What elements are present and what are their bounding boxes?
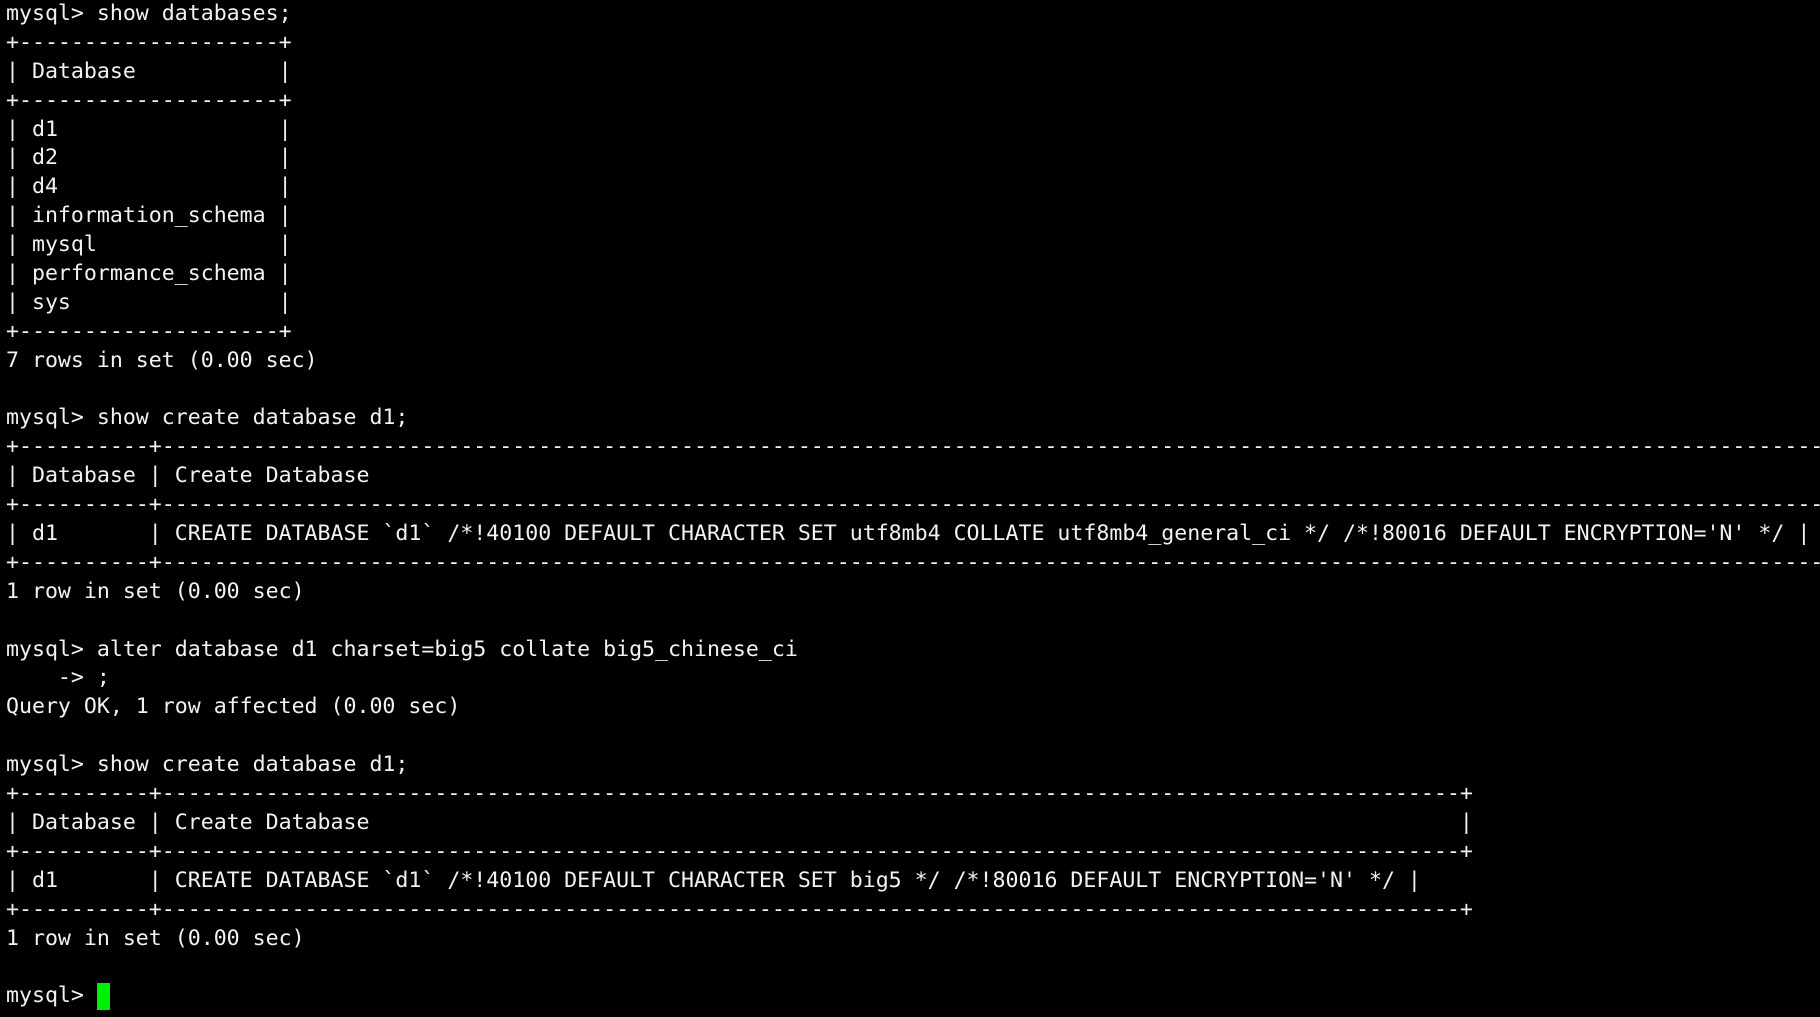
table-row: | d4 | (6, 174, 292, 200)
terminal-line: mysql> show databases; (6, 1, 292, 26)
prompt: mysql> (6, 983, 97, 1009)
table-border: +--------------------+ (6, 318, 292, 344)
table-row: | mysql | (6, 232, 292, 258)
table-row: | d1 | CREATE DATABASE `d1` /*!40100 DEF… (6, 867, 1421, 893)
table-border: +----------+----------------------------… (6, 838, 1473, 864)
result-summary: 7 rows in set (0.00 sec) (6, 347, 318, 373)
input-line[interactable]: mysql> (6, 982, 1820, 1011)
table-border: +--------------------+ (6, 87, 292, 113)
terminal-line: mysql> alter database d1 charset=big5 co… (6, 636, 798, 662)
table-row: | d1 | CREATE DATABASE `d1` /*!40100 DEF… (6, 521, 1811, 547)
table-border: +----------+----------------------------… (6, 549, 1820, 575)
table-border: +----------+----------------------------… (6, 492, 1820, 518)
table-border: +----------+----------------------------… (6, 434, 1820, 460)
result-summary: 1 row in set (0.00 sec) (6, 925, 305, 951)
table-border: +----------+----------------------------… (6, 781, 1473, 807)
table-header-row: | Database | Create Database | (6, 463, 1820, 489)
result-summary: 1 row in set (0.00 sec) (6, 578, 305, 604)
table-row: | sys | (6, 289, 292, 315)
continuation-line: -> ; (6, 665, 110, 691)
terminal-line: mysql> show create database d1; (6, 752, 409, 778)
table-row: | d1 | (6, 116, 292, 142)
terminal-output[interactable]: mysql> show databases; +----------------… (6, 0, 1820, 1017)
cursor (96, 983, 110, 1011)
table-row: | performance_schema | (6, 261, 292, 287)
table-header-row: | Database | (6, 58, 292, 84)
table-row: | d2 | (6, 145, 292, 171)
table-border: +----------+----------------------------… (6, 896, 1473, 922)
table-header-row: | Database | Create Database | (6, 809, 1473, 835)
result-summary: Query OK, 1 row affected (0.00 sec) (6, 694, 461, 720)
table-border: +--------------------+ (6, 29, 292, 55)
table-row: | information_schema | (6, 203, 292, 229)
terminal-line: mysql> show create database d1; (6, 405, 409, 431)
